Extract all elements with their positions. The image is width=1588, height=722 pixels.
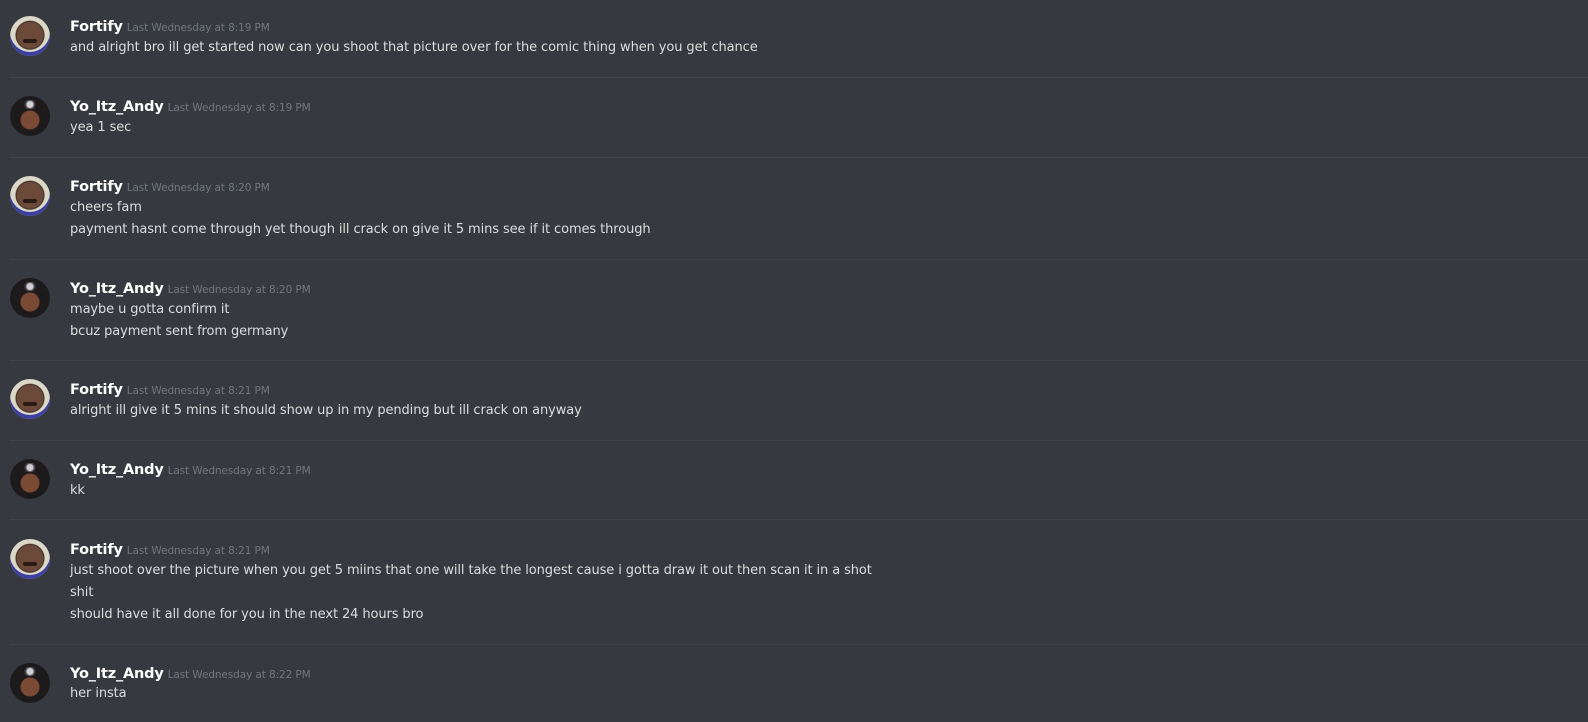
message-text: cheers fam bbox=[70, 200, 142, 215]
message-divider bbox=[10, 644, 1588, 645]
message-divider bbox=[10, 440, 1588, 441]
message-text: alright ill give it 5 mins it should sho… bbox=[70, 403, 582, 418]
message-text: payment hasnt come through yet though il… bbox=[70, 222, 651, 237]
message-divider bbox=[10, 360, 1588, 361]
message-timestamp: Last Wednesday at 8:21 PM bbox=[167, 465, 311, 477]
chat-message-list[interactable]: Fortify Last Wednesday at 8:19 PM and alr… bbox=[0, 0, 1588, 722]
message-divider bbox=[10, 519, 1588, 520]
user-avatar-yo-itz-andy[interactable] bbox=[10, 278, 50, 318]
message-text: and alright bro ill get started now can … bbox=[70, 40, 758, 55]
username[interactable]: Fortify bbox=[70, 382, 123, 398]
username[interactable]: Yo_Itz_Andy bbox=[70, 462, 164, 478]
user-avatar-fortify[interactable] bbox=[10, 176, 50, 216]
username[interactable]: Yo_Itz_Andy bbox=[70, 281, 164, 297]
username[interactable]: Fortify bbox=[70, 542, 123, 558]
message-header: Fortify Last Wednesday at 8:19 PM bbox=[70, 16, 270, 35]
message-text: should have it all done for you in the n… bbox=[70, 607, 424, 622]
message-header: Yo_Itz_Andy Last Wednesday at 8:21 PM bbox=[70, 459, 311, 478]
username[interactable]: Fortify bbox=[70, 19, 123, 35]
message-divider bbox=[10, 157, 1588, 158]
message-text: just shoot over the picture when you get… bbox=[70, 563, 872, 578]
message-timestamp: Last Wednesday at 8:20 PM bbox=[167, 284, 311, 296]
user-avatar-fortify[interactable] bbox=[10, 539, 50, 579]
message-text: shit bbox=[70, 585, 94, 600]
username[interactable]: Yo_Itz_Andy bbox=[70, 99, 164, 115]
message-timestamp: Last Wednesday at 8:21 PM bbox=[126, 385, 270, 397]
message-header: Fortify Last Wednesday at 8:21 PM bbox=[70, 539, 270, 558]
username[interactable]: Fortify bbox=[70, 179, 123, 195]
message-divider bbox=[10, 259, 1588, 260]
message-header: Yo_Itz_Andy Last Wednesday at 8:22 PM bbox=[70, 663, 311, 682]
user-avatar-fortify[interactable] bbox=[10, 379, 50, 419]
message-timestamp: Last Wednesday at 8:19 PM bbox=[167, 102, 311, 114]
message-timestamp: Last Wednesday at 8:20 PM bbox=[126, 182, 270, 194]
message-header: Yo_Itz_Andy Last Wednesday at 8:20 PM bbox=[70, 278, 311, 297]
message-divider bbox=[10, 77, 1588, 78]
message-text: bcuz payment sent from germany bbox=[70, 324, 289, 339]
message-timestamp: Last Wednesday at 8:22 PM bbox=[167, 669, 311, 681]
user-avatar-yo-itz-andy[interactable] bbox=[10, 663, 50, 703]
message-timestamp: Last Wednesday at 8:21 PM bbox=[126, 545, 270, 557]
user-avatar-yo-itz-andy[interactable] bbox=[10, 459, 50, 499]
user-avatar-fortify[interactable] bbox=[10, 16, 50, 56]
message-header: Yo_Itz_Andy Last Wednesday at 8:19 PM bbox=[70, 96, 311, 115]
username[interactable]: Yo_Itz_Andy bbox=[70, 666, 164, 682]
message-text: her insta bbox=[70, 686, 127, 701]
message-text: yea 1 sec bbox=[70, 120, 132, 135]
message-timestamp: Last Wednesday at 8:19 PM bbox=[126, 22, 270, 34]
message-header: Fortify Last Wednesday at 8:20 PM bbox=[70, 176, 270, 195]
message-text: kk bbox=[70, 483, 85, 498]
message-header: Fortify Last Wednesday at 8:21 PM bbox=[70, 379, 270, 398]
user-avatar-yo-itz-andy[interactable] bbox=[10, 96, 50, 136]
message-text: maybe u gotta confirm it bbox=[70, 302, 230, 317]
